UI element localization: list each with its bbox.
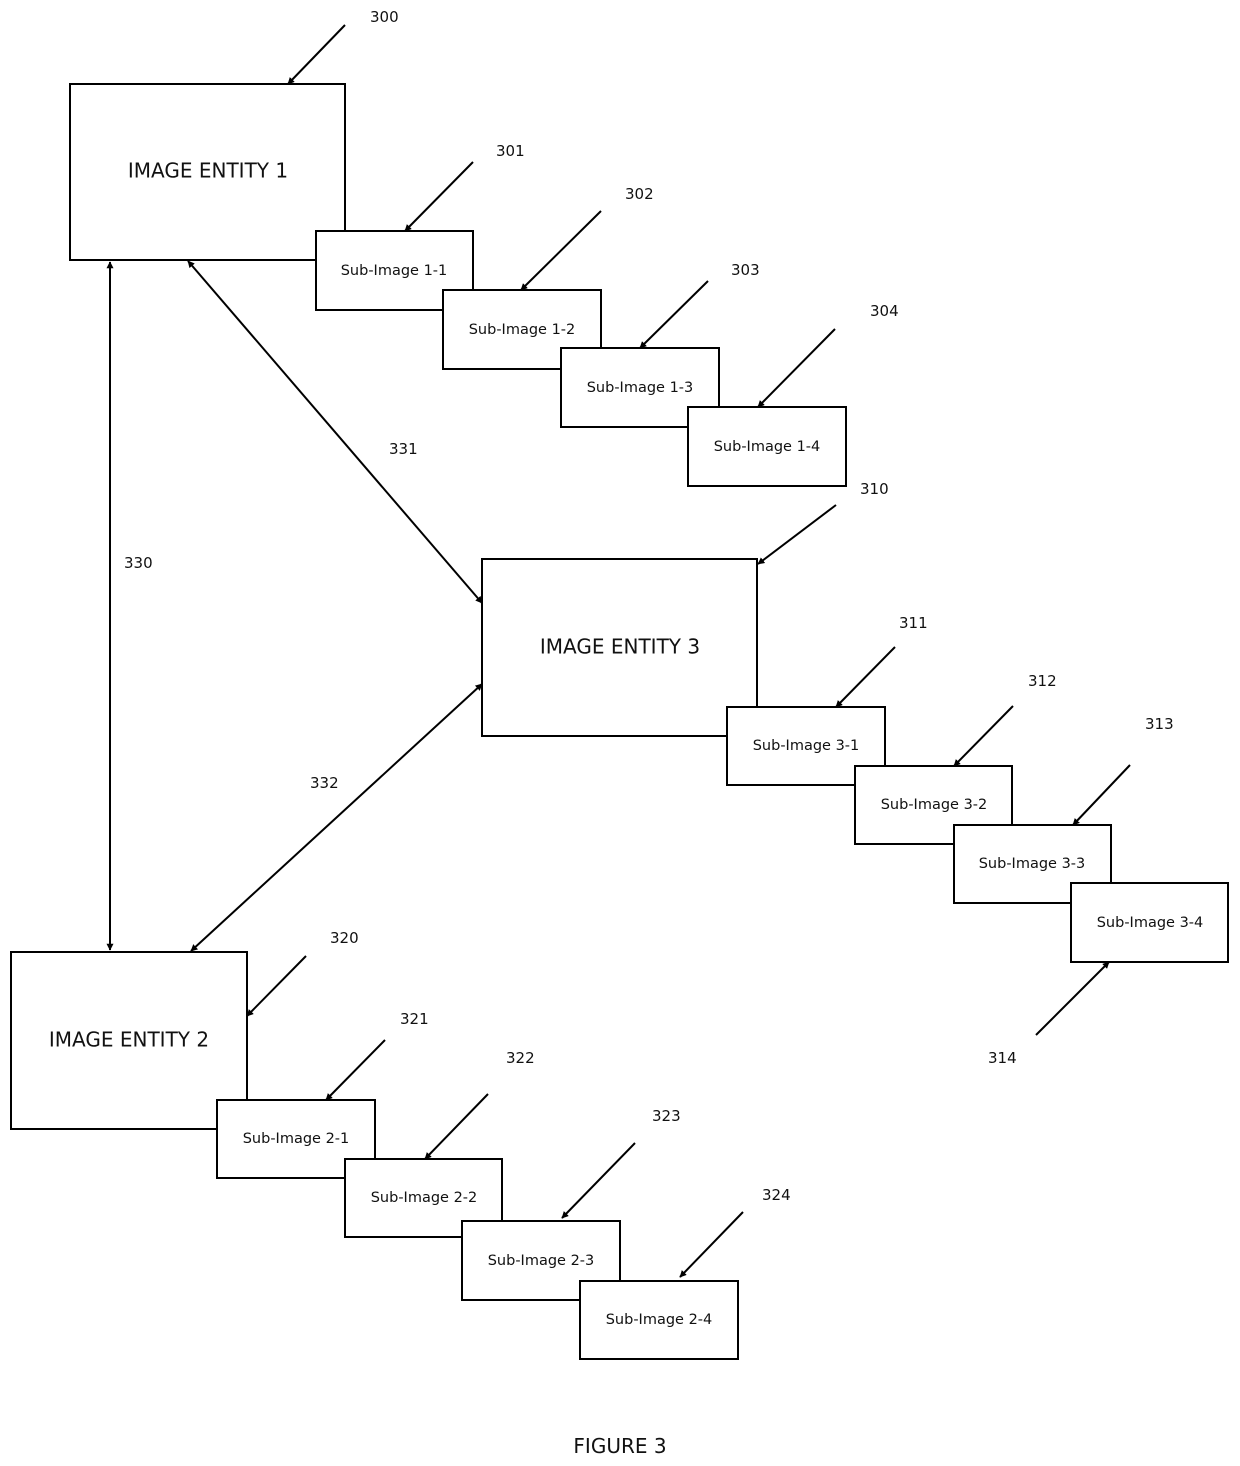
figure-caption: FIGURE 3: [573, 1434, 666, 1458]
ref-arrow-300: [287, 24, 346, 85]
ref-label-332: 332: [310, 774, 339, 792]
image-entity-3-label: IMAGE ENTITY 3: [540, 635, 700, 659]
sub-image-3-3-label: Sub-Image 3-3: [979, 856, 1086, 872]
ref-arrow-310: [757, 504, 837, 565]
ref-arrow-321: [325, 1039, 386, 1101]
ref-arrow-322: [424, 1093, 489, 1160]
entity-2-group: IMAGE ENTITY 2 320 Sub-Image 2-1 321 Sub…: [10, 929, 791, 1360]
patent-diagram: 330 331 332 IMAGE ENTITY 1 300 Sub-Image…: [10, 8, 1229, 1458]
sub-image-1-4-label: Sub-Image 1-4: [714, 439, 821, 455]
ref-label-311: 311: [899, 614, 928, 632]
ref-label-304: 304: [870, 302, 899, 320]
ref-arrow-312: [953, 705, 1014, 767]
image-entity-1-label: IMAGE ENTITY 1: [128, 159, 288, 183]
ref-label-324: 324: [762, 1186, 791, 1204]
connection-332: [190, 683, 483, 952]
ref-arrow-304: [757, 328, 836, 408]
sub-image-1-1-label: Sub-Image 1-1: [341, 263, 448, 279]
ref-arrow-323: [561, 1142, 636, 1219]
ref-arrow-314: [1035, 961, 1110, 1036]
ref-arrow-320: [246, 955, 307, 1017]
ref-label-320: 320: [330, 929, 359, 947]
ref-label-314: 314: [988, 1049, 1017, 1067]
image-entity-2-label: IMAGE ENTITY 2: [49, 1028, 209, 1052]
ref-arrow-311: [835, 646, 896, 708]
entity-1-group: IMAGE ENTITY 1 300 Sub-Image 1-1 301 Sub…: [69, 8, 899, 487]
sub-image-2-1-label: Sub-Image 2-1: [243, 1131, 350, 1147]
ref-arrow-302: [520, 210, 602, 291]
sub-image-3-4-label: Sub-Image 3-4: [1097, 915, 1204, 931]
ref-label-310: 310: [860, 480, 889, 498]
ref-label-323: 323: [652, 1107, 681, 1125]
ref-arrow-301: [404, 161, 474, 232]
sub-image-2-4-label: Sub-Image 2-4: [606, 1312, 713, 1328]
sub-image-1-2-label: Sub-Image 1-2: [469, 322, 576, 338]
sub-image-3-2-label: Sub-Image 3-2: [881, 797, 988, 813]
ref-arrow-303: [639, 280, 709, 349]
ref-arrow-324: [679, 1211, 744, 1278]
ref-label-313: 313: [1145, 715, 1174, 733]
ref-label-301: 301: [496, 142, 525, 160]
ref-label-322: 322: [506, 1049, 535, 1067]
connection-331: [187, 260, 483, 604]
ref-label-330: 330: [124, 554, 153, 572]
sub-image-3-1-label: Sub-Image 3-1: [753, 738, 860, 754]
ref-label-321: 321: [400, 1010, 429, 1028]
ref-label-312: 312: [1028, 672, 1057, 690]
sub-image-2-2-label: Sub-Image 2-2: [371, 1190, 478, 1206]
ref-label-302: 302: [625, 185, 654, 203]
ref-label-331: 331: [389, 440, 418, 458]
ref-arrow-313: [1072, 764, 1131, 826]
sub-image-2-3-label: Sub-Image 2-3: [488, 1253, 595, 1269]
ref-label-300: 300: [370, 8, 399, 26]
ref-label-303: 303: [731, 261, 760, 279]
entity-3-group: IMAGE ENTITY 3 310 Sub-Image 3-1 311 Sub…: [481, 480, 1229, 1067]
sub-image-1-3-label: Sub-Image 1-3: [587, 380, 694, 396]
